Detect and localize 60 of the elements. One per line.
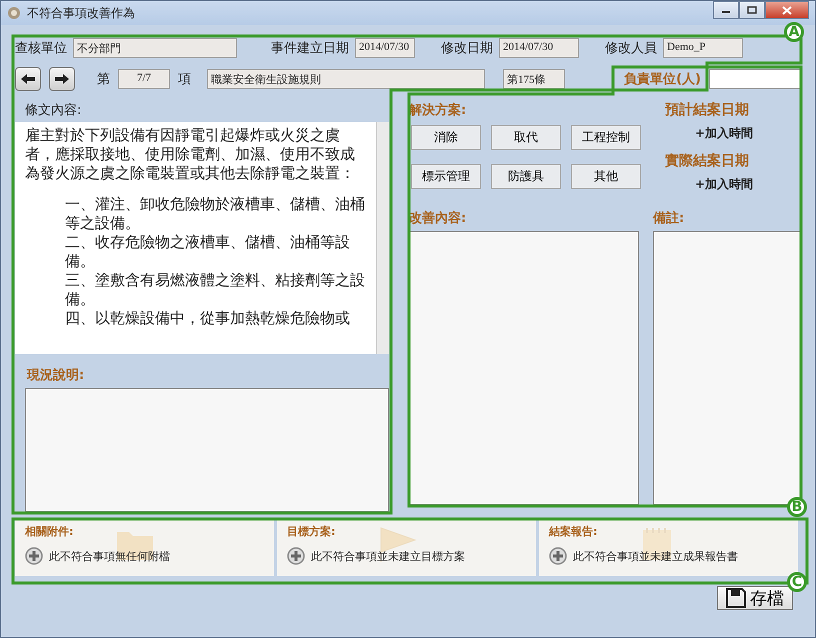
app-icon <box>7 6 21 20</box>
article-paragraph: 三、塗敷含有易燃液體之塗料、粘接劑等之設備。 <box>64 271 366 309</box>
floppy-icon <box>726 588 746 608</box>
responsible-field[interactable] <box>709 69 801 89</box>
solution-button[interactable]: 工程控制 <box>571 125 641 150</box>
article-field: 第175條 <box>503 69 565 89</box>
footer-text: 此不符合事項並未建立成果報告書 <box>573 548 738 564</box>
field-label: 事件建立日期 <box>271 40 349 57</box>
field-label: 修改人員 <box>605 40 657 57</box>
minimize-button[interactable] <box>713 1 739 19</box>
field-value: Demo_P <box>663 38 743 58</box>
footer-text: 此不符合事項無任何附檔 <box>49 548 170 564</box>
article-paragraph: 二、收存危險物之液槽車、儲槽、油桶等設備。 <box>64 233 351 271</box>
date-label: 實際結案日期 <box>665 152 749 170</box>
add-icon[interactable] <box>287 547 305 565</box>
article-paragraph: 四、以乾燥設備中，從事加熱乾燥危險物或 <box>64 309 351 328</box>
solution-button[interactable]: 防護具 <box>491 164 561 189</box>
article-paragraph: 一、灌注、卸收危險物於液槽車、儲槽、油桶等之設備。 <box>64 195 366 233</box>
responsible-label: 負責單位(人) <box>624 71 701 88</box>
add-icon[interactable] <box>549 547 567 565</box>
maximize-icon <box>747 6 757 14</box>
left-arrow-icon <box>20 73 36 85</box>
footer-label: 目標方案: <box>287 524 336 539</box>
situation-textarea[interactable] <box>25 388 389 512</box>
annotation-badge: C <box>787 572 807 592</box>
field-value: 不分部門 <box>73 38 237 58</box>
close-button[interactable] <box>765 1 809 19</box>
article-paragraph: 雇主對於下列設備有因靜電引起爆炸或火災之虞者，應採取接地、使用除電劑、加濕、使用不致成為發火源之虞之除電裝置或其他去除靜電之裝置： <box>25 126 356 183</box>
save-button[interactable]: 存檔 <box>717 586 793 610</box>
item-prefix: 第 <box>97 71 110 88</box>
date-label: 預計結案日期 <box>665 101 749 119</box>
item-number: 7/7 <box>118 69 170 89</box>
solution-button[interactable]: 標示管理 <box>411 164 481 189</box>
add-time-link[interactable]: +加入時間 <box>695 176 754 193</box>
field-label: 查核單位 <box>15 40 67 57</box>
window-title: 不符合事項改善作為 <box>27 4 136 22</box>
add-time-link[interactable]: +加入時間 <box>695 125 754 142</box>
regulation-field: 職業安全衛生設施規則 <box>207 69 485 89</box>
right-arrow-icon <box>54 73 70 85</box>
solution-button[interactable]: 其他 <box>571 164 641 189</box>
footer-label: 結案報告: <box>549 524 598 539</box>
annotation-badge: B <box>787 497 807 517</box>
previous-button[interactable] <box>15 67 41 91</box>
remarks-label: 備註: <box>653 210 686 227</box>
situation-label: 現況說明: <box>27 367 86 384</box>
footer-label: 相關附件: <box>25 524 74 539</box>
footer-text: 此不符合事項並未建立目標方案 <box>311 548 465 564</box>
article-content-label: 條文內容: <box>25 102 82 119</box>
item-suffix: 項 <box>178 71 191 88</box>
field-value: 2014/07/30 <box>355 38 415 58</box>
next-button[interactable] <box>49 67 75 91</box>
field-label: 修改日期 <box>441 40 493 57</box>
annotation-badge: A <box>784 22 804 42</box>
close-icon <box>782 6 792 14</box>
scrollbar[interactable] <box>376 122 389 354</box>
maximize-button[interactable] <box>739 1 765 19</box>
field-value: 2014/07/30 <box>499 38 579 58</box>
solution-button[interactable]: 消除 <box>411 125 481 150</box>
solution-button[interactable]: 取代 <box>491 125 561 150</box>
add-icon[interactable] <box>25 547 43 565</box>
